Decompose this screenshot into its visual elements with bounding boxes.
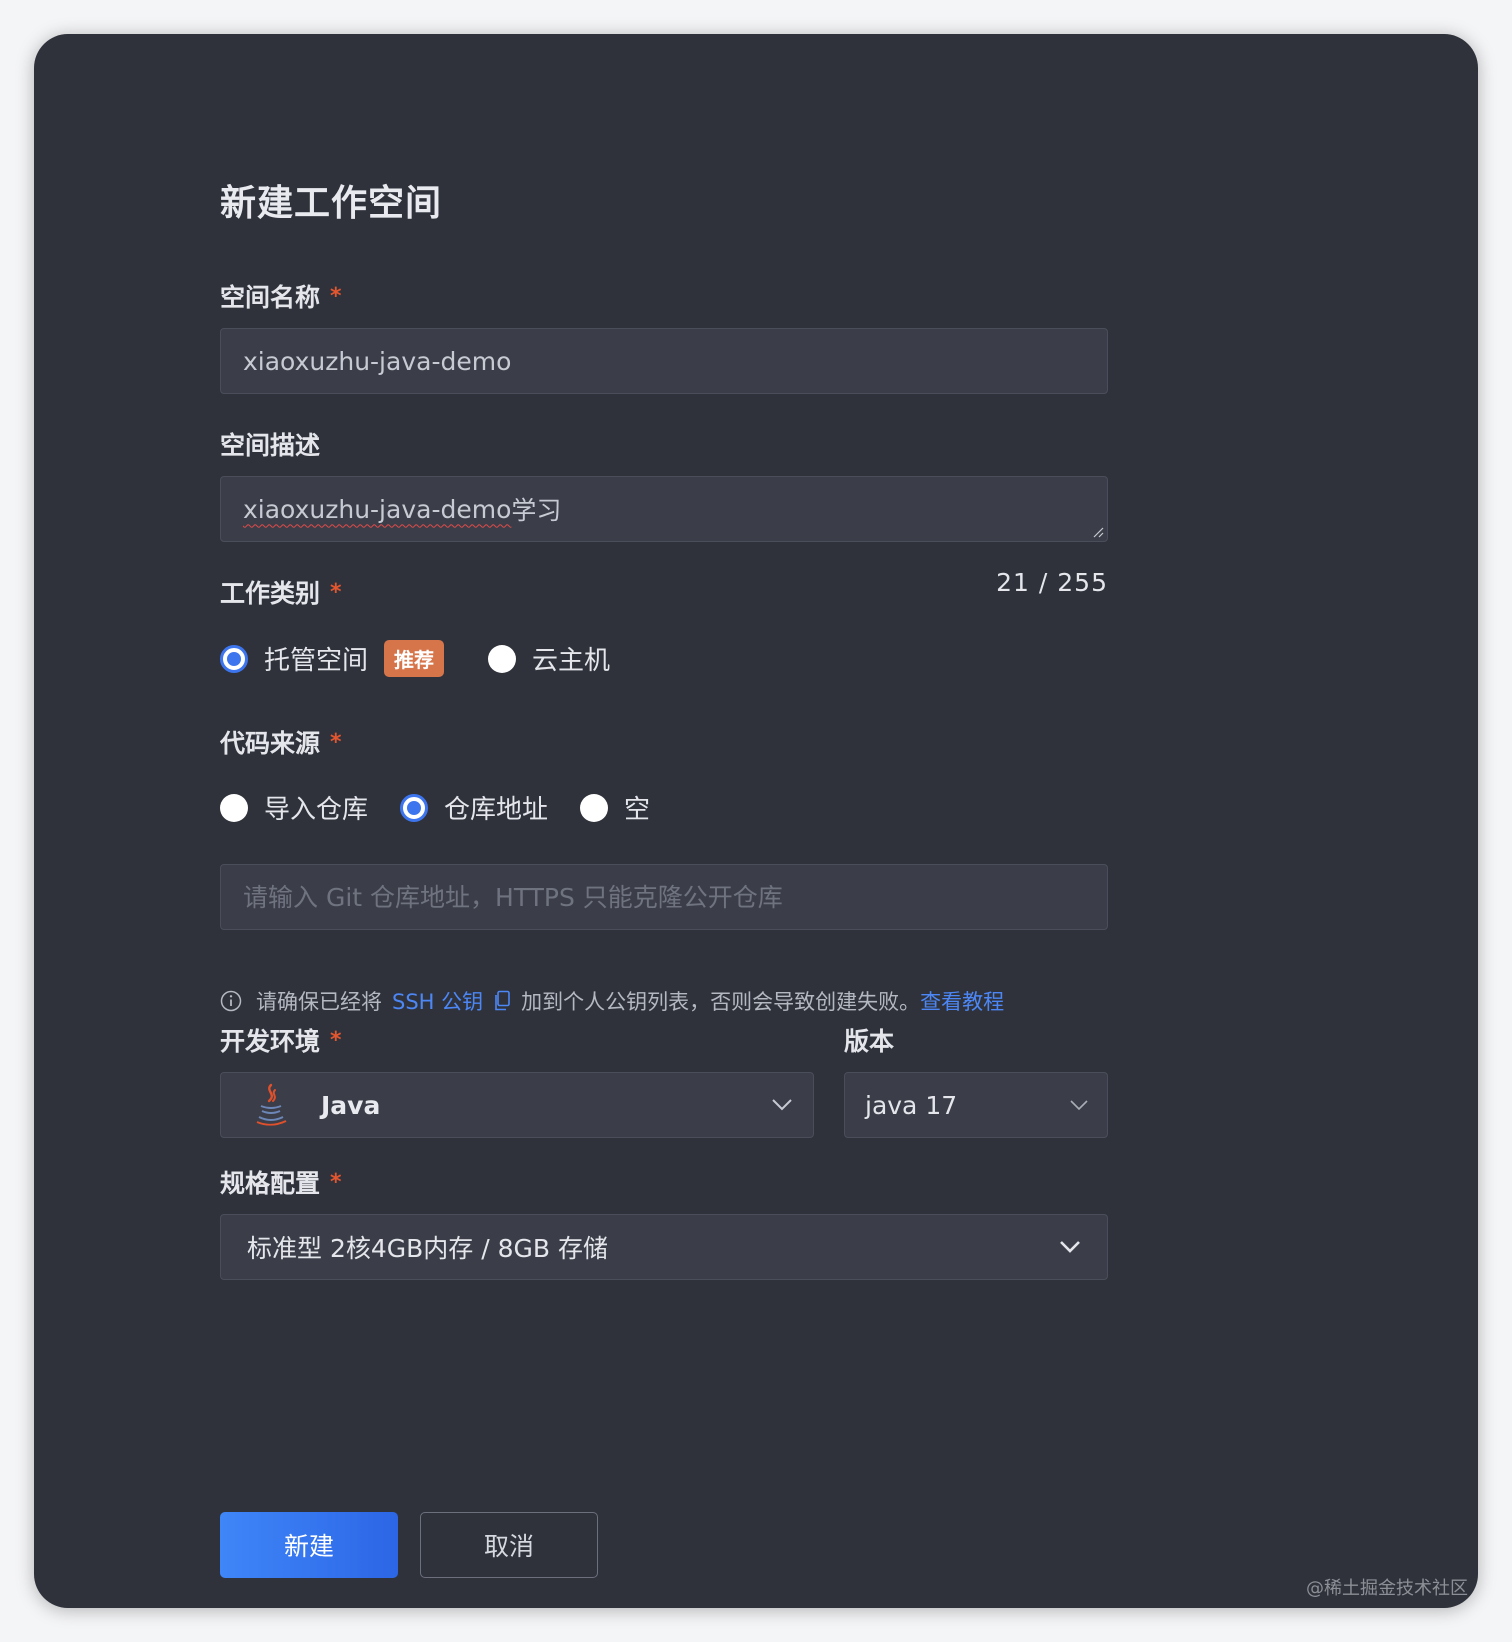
radio-unchecked-icon[interactable] <box>220 793 248 822</box>
dev-env-value: Java <box>321 1090 381 1120</box>
version-label-text: 版本 <box>844 1027 895 1056</box>
char-counter: 21 / 255 <box>996 568 1108 597</box>
hint-prefix: 请确保已经将 <box>256 990 382 1014</box>
radio-unchecked-icon[interactable] <box>488 644 517 673</box>
space-name-input[interactable] <box>243 329 1085 393</box>
space-name-field[interactable] <box>220 328 1108 394</box>
radio-hosted-space[interactable]: 托管空间 推荐 <box>220 640 445 677</box>
version-label: 版本 <box>844 1022 894 1058</box>
recommend-badge: 推荐 <box>384 640 445 677</box>
dev-env-label-text: 开发环境 <box>220 1027 321 1056</box>
work-type-label-text: 工作类别 <box>220 579 321 608</box>
info-icon <box>220 990 242 1012</box>
java-icon <box>256 1083 287 1126</box>
space-desc-textarea[interactable]: xiaoxuzhu-java-demo 学习 <box>220 476 1108 542</box>
required-mark: * <box>330 1169 342 1195</box>
radio-label: 空 <box>624 795 651 825</box>
chevron-down-icon <box>1060 1241 1080 1253</box>
ssh-hint: 请确保已经将 SSH 公钥 加到个人公钥列表，否则会导致创建失败。 查看教程 <box>220 986 1004 1016</box>
spec-value: 标准型 2核4GB内存 / 8GB 存储 <box>247 1234 608 1263</box>
page-title: 新建工作空间 <box>220 183 443 224</box>
space-desc-label: 空间描述 <box>220 426 320 462</box>
radio-label: 托管空间 <box>264 646 369 676</box>
required-mark: * <box>330 283 342 309</box>
space-desc-value-spellcheck: xiaoxuzhu-java-demo <box>243 494 512 524</box>
required-mark: * <box>330 1027 342 1053</box>
space-desc-label-text: 空间描述 <box>220 431 321 460</box>
chevron-down-icon <box>772 1099 792 1111</box>
cancel-button[interactable]: 取消 <box>420 1512 598 1578</box>
space-name-label: 空间名称 * <box>220 278 342 314</box>
hint-middle: 加到个人公钥列表，否则会导致创建失败。 <box>521 990 921 1014</box>
workspace-form: 新建工作空间 空间名称 * 空间描述 xiaoxuzhu-java-demo学习… <box>220 34 1108 1608</box>
radio-unchecked-icon[interactable] <box>580 793 609 822</box>
radio-empty[interactable]: 空 <box>580 789 650 826</box>
resize-grip-icon[interactable] <box>1092 526 1104 538</box>
radio-import-repo[interactable]: 导入仓库 <box>220 789 368 826</box>
required-mark: * <box>330 729 342 755</box>
space-name-label-text: 空间名称 <box>220 283 321 312</box>
required-mark: * <box>330 579 342 605</box>
create-button[interactable]: 新建 <box>220 1512 398 1578</box>
radio-label: 仓库地址 <box>444 795 549 825</box>
space-desc-value-rest: 学习 <box>511 496 562 525</box>
repo-url-input[interactable] <box>243 865 1085 929</box>
create-workspace-dialog: 新建工作空间 空间名称 * 空间描述 xiaoxuzhu-java-demo学习… <box>34 34 1478 1608</box>
radio-cloud-host[interactable]: 云主机 <box>488 640 610 677</box>
code-source-label-text: 代码来源 <box>220 729 321 758</box>
code-source-radio-group: 导入仓库 仓库地址 空 <box>220 789 682 826</box>
work-type-radio-group: 托管空间 推荐 云主机 <box>220 640 642 677</box>
radio-checked-icon[interactable] <box>400 793 429 822</box>
chevron-down-icon <box>1070 1100 1088 1111</box>
radio-label: 云主机 <box>532 646 611 676</box>
code-source-label: 代码来源 * <box>220 724 342 760</box>
tutorial-link[interactable]: 查看教程 <box>920 986 1004 1016</box>
watermark: @稀土掘金技术社区 <box>1306 1578 1468 1599</box>
radio-repo-url[interactable]: 仓库地址 <box>400 789 548 826</box>
copy-icon[interactable] <box>493 990 511 1012</box>
dev-env-select[interactable]: Java <box>220 1072 814 1138</box>
radio-checked-icon[interactable] <box>220 644 248 673</box>
version-value: java 17 <box>865 1090 958 1120</box>
repo-url-field[interactable] <box>220 864 1108 930</box>
work-type-label: 工作类别 * <box>220 574 342 610</box>
spec-label-text: 规格配置 <box>220 1169 321 1198</box>
spec-select[interactable]: 标准型 2核4GB内存 / 8GB 存储 <box>220 1214 1108 1280</box>
dev-env-label: 开发环境 * <box>220 1022 342 1058</box>
radio-label: 导入仓库 <box>264 795 369 825</box>
spec-label: 规格配置 * <box>220 1164 342 1200</box>
ssh-key-link[interactable]: SSH 公钥 <box>392 986 483 1016</box>
version-select[interactable]: java 17 <box>844 1072 1108 1138</box>
